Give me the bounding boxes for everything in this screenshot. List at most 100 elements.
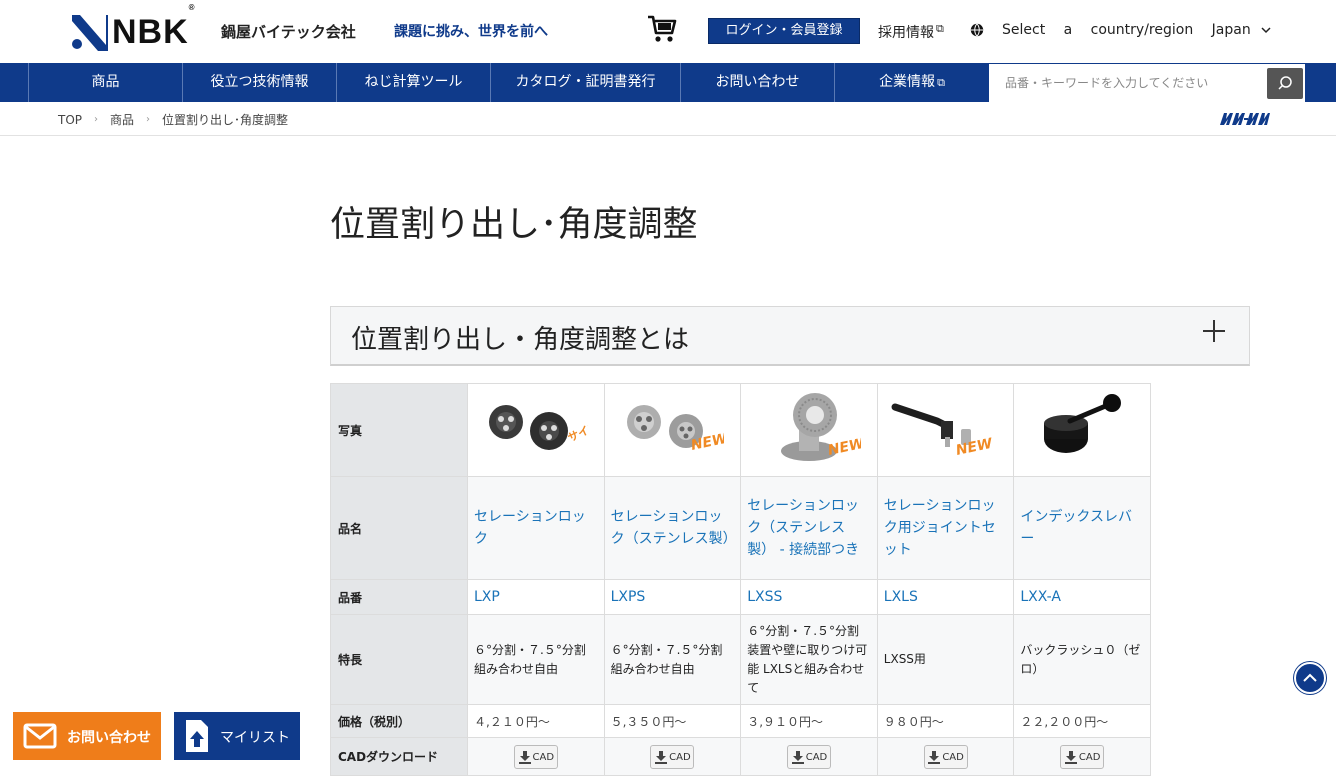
table-cell: LXLS <box>876 579 1015 615</box>
product-code-link[interactable]: LXPS <box>611 589 646 605</box>
product-name-link[interactable]: インデックスレバー <box>1020 509 1132 547</box>
nav-item-catalog[interactable]: カタログ・証明書発行 <box>490 63 680 102</box>
site-header: NBK® 鍋屋バイテック会社 課題に挑み、世界を前へ ログイン・会員登録 採用情… <box>0 0 1336 63</box>
region-selector[interactable]: Select a country/region Japan <box>1002 22 1271 38</box>
row-label-name: 品名 <box>330 476 468 580</box>
table-row-photo: 写真 サイズ追加 NEW NEW NEW <box>330 383 1151 477</box>
badge-new: NEW <box>826 436 860 459</box>
index-lever-image <box>1044 394 1122 453</box>
search-icon <box>1278 76 1292 90</box>
breadcrumb-current: 位置割り出し･角度調整 <box>162 113 289 127</box>
product-name-link[interactable]: セレーションロック（ステンレス製） - 接続部つき <box>747 498 859 558</box>
mylist-float-button[interactable]: マイリスト <box>174 712 300 760</box>
login-register-button[interactable]: ログイン・会員登録 <box>708 18 860 44</box>
cad-label: CAD <box>669 751 691 763</box>
download-icon <box>791 750 804 764</box>
stainless-serration-lock-joint-image: NEW <box>780 393 866 461</box>
cad-download-button[interactable]: CAD <box>650 744 695 769</box>
table-cell: LXSS <box>740 579 878 615</box>
cad-download-button[interactable]: CAD <box>923 744 968 769</box>
product-price: ４,２１０円～ <box>467 704 605 738</box>
product-feature: ６°分割・７.５°分割 装置や壁に取りつけ可能 LXLSと組み合わせて <box>740 614 878 705</box>
product-code-link[interactable]: LXX-A <box>1020 589 1061 605</box>
table-cell: CAD <box>876 737 1015 776</box>
mm-brand-logo-icon <box>1220 113 1270 125</box>
product-feature: ６°分割・７.５°分割 組み合わせ自由 <box>603 614 742 705</box>
mylist-float-label: マイリスト <box>220 730 290 746</box>
table-cell: LXX-A <box>1013 579 1151 615</box>
cad-label: CAD <box>942 751 964 763</box>
table-cell: セレーションロック（ステンレス製） <box>603 476 742 580</box>
breadcrumb: TOP › 商品 › 位置割り出し･角度調整 <box>0 102 1336 136</box>
row-label-photo: 写真 <box>330 383 468 477</box>
product-image-lxp[interactable]: サイズ追加 <box>484 405 621 460</box>
product-image-lxps[interactable]: NEW <box>620 405 730 460</box>
row-label-feature: 特長 <box>330 614 468 705</box>
region-label: Select a country/region <box>1002 22 1194 38</box>
globe-icon <box>970 23 984 37</box>
product-price: ３,９１０円～ <box>740 704 878 738</box>
product-image-lxls[interactable]: NEW <box>887 403 1005 463</box>
product-image-lxss[interactable]: NEW <box>757 393 866 469</box>
product-price: ９８０円～ <box>876 704 1015 738</box>
product-name-link[interactable]: セレーションロック（ステンレス製） <box>611 509 737 547</box>
table-row-code: 品番 LXP LXPS LXSS LXLS LXX-A <box>330 579 1151 615</box>
product-image-lxx-a[interactable] <box>1030 394 1134 467</box>
nav-item-products[interactable]: 商品 <box>28 63 182 102</box>
search-input[interactable] <box>989 64 1259 101</box>
breadcrumb-top[interactable]: TOP <box>58 113 82 127</box>
product-code-link[interactable]: LXSS <box>747 589 782 605</box>
table-cell: CAD <box>740 737 878 776</box>
table-cell: インデックスレバー <box>1013 476 1151 580</box>
search-box <box>989 63 1305 102</box>
breadcrumb-products[interactable]: 商品 <box>110 111 134 128</box>
page-title: 位置割り出し･角度調整 <box>330 205 698 245</box>
recruit-link[interactable]: 採用情報 ⧉ <box>878 22 944 42</box>
row-label-cad: CADダウンロード <box>330 737 468 776</box>
table-cell: LXPS <box>603 579 742 615</box>
about-accordion[interactable]: 位置割り出し・角度調整とは <box>330 306 1250 366</box>
nav-company-label: 企業情報 <box>879 74 936 90</box>
product-name-link[interactable]: セレーションロック <box>474 509 586 547</box>
region-value: Japan <box>1211 22 1251 38</box>
contact-float-button[interactable]: お問い合わせ <box>13 712 161 760</box>
recruit-label: 採用情報 <box>878 25 934 41</box>
row-label-price: 価格（税別） <box>330 704 468 738</box>
main-nav: 商品 役立つ技術情報 ねじ計算ツール カタログ・証明書発行 お問い合わせ 企業情… <box>0 63 1336 102</box>
mail-icon <box>23 723 57 749</box>
company-name: 鍋屋バイテック会社 <box>221 23 356 41</box>
table-cell: セレーションロック <box>467 476 605 580</box>
mylist-upload-icon <box>186 720 208 752</box>
product-photo-cell: NEW <box>876 383 1015 477</box>
cad-download-button[interactable]: CAD <box>1060 744 1105 769</box>
chevron-right-icon: › <box>146 114 151 125</box>
cad-download-button[interactable]: CAD <box>786 744 831 769</box>
cad-download-button[interactable]: CAD <box>513 744 558 769</box>
table-row-price: 価格（税別） ４,２１０円～ ５,３５０円～ ３,９１０円～ ９８０円～ ２２,… <box>330 704 1151 738</box>
product-price: ２２,２００円～ <box>1013 704 1151 738</box>
product-name-link[interactable]: セレーションロック用ジョイントセット <box>884 498 996 558</box>
download-icon <box>655 750 668 764</box>
page-top-button[interactable] <box>1294 662 1326 694</box>
tagline: 課題に挑み、世界を前へ <box>394 24 548 40</box>
nav-item-company[interactable]: 企業情報 ⧉ <box>834 63 989 102</box>
badge-new: NEW <box>954 436 994 459</box>
cart-button[interactable] <box>647 14 677 48</box>
joint-set-image: NEW <box>891 403 994 459</box>
cad-label: CAD <box>532 751 555 763</box>
external-link-icon: ⧉ <box>937 76 945 89</box>
chevron-down-icon <box>1261 22 1271 38</box>
row-label-code: 品番 <box>330 579 468 615</box>
nav-item-contact[interactable]: お問い合わせ <box>680 63 834 102</box>
table-row-cad: CADダウンロード CAD CAD CAD CAD CAD <box>330 737 1151 776</box>
cad-label: CAD <box>1078 751 1101 763</box>
product-code-link[interactable]: LXLS <box>884 589 918 605</box>
product-photo-cell <box>1013 383 1151 477</box>
nav-item-technical-info[interactable]: 役立つ技術情報 <box>182 63 336 102</box>
nav-item-screw-calc[interactable]: ねじ計算ツール <box>336 63 490 102</box>
product-code-link[interactable]: LXP <box>474 589 500 605</box>
stainless-serration-lock-image: NEW <box>627 405 730 454</box>
search-button[interactable] <box>1267 68 1303 99</box>
product-feature: バックラッシュ０（ゼロ） <box>1013 614 1151 705</box>
nbk-logo[interactable]: NBK® <box>70 3 196 52</box>
